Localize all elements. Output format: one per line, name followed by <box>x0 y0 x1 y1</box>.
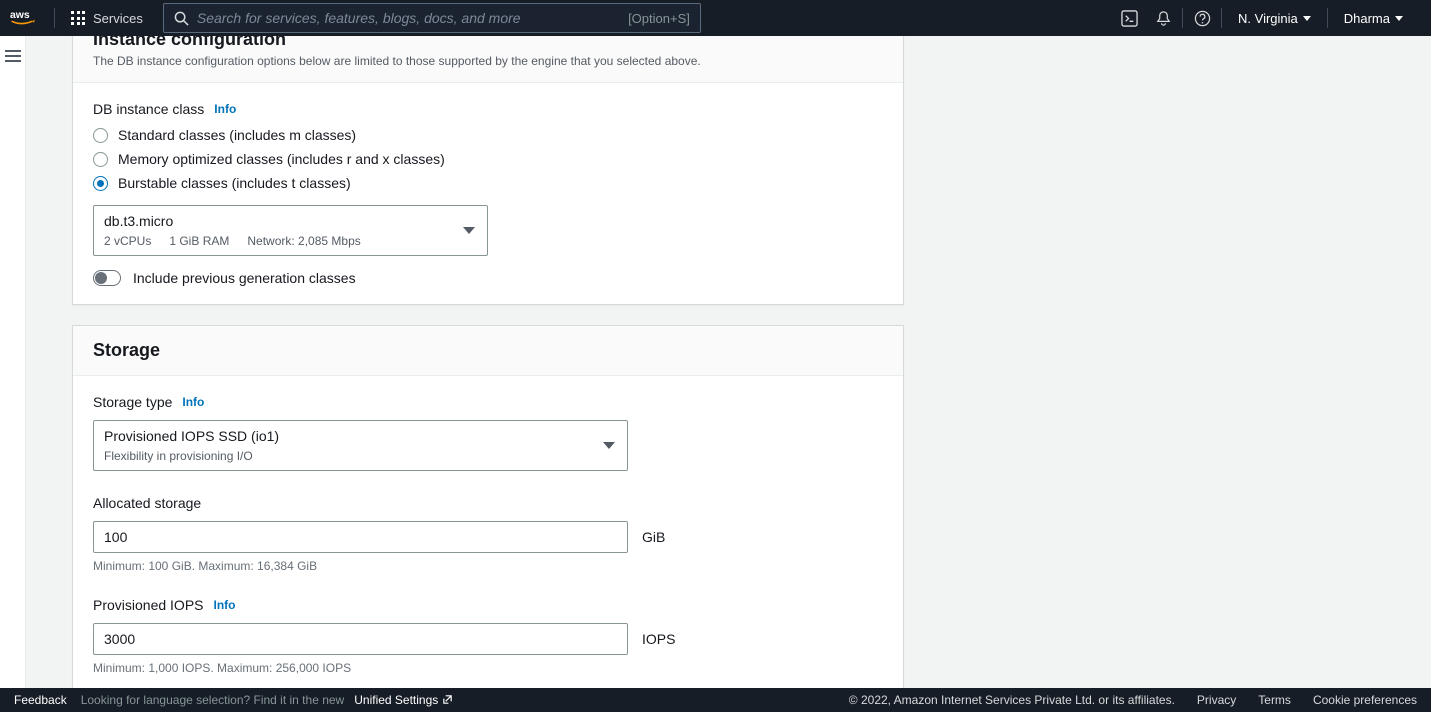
account-menu[interactable]: Dharma <box>1330 0 1417 36</box>
allocated-storage-unit: GiB <box>642 529 665 545</box>
info-link[interactable]: Info <box>182 395 204 409</box>
storage-type-label: Storage type <box>93 394 172 410</box>
include-previous-gen-toggle[interactable] <box>93 270 121 286</box>
select-vcpu: 2 vCPUs <box>104 233 151 249</box>
sidebar-toggle[interactable] <box>5 50 21 62</box>
caret-down-icon <box>463 227 475 234</box>
panel-subtext: The DB instance configuration options be… <box>93 54 883 68</box>
feedback-link[interactable]: Feedback <box>14 693 67 707</box>
radio-icon <box>93 128 108 143</box>
instance-class-select[interactable]: db.t3.micro 2 vCPUs 1 GiB RAM Network: 2… <box>93 205 488 256</box>
radio-label: Standard classes (includes m classes) <box>118 127 356 143</box>
services-menu[interactable]: Services <box>57 0 157 36</box>
dropdown-caret <box>451 227 487 234</box>
allocated-storage-input[interactable] <box>93 521 628 553</box>
storage-panel: Storage Storage type Info Provisioned IO… <box>72 325 904 688</box>
search-icon <box>174 11 189 26</box>
cloudshell-icon <box>1121 10 1138 27</box>
select-ram: 1 GiB RAM <box>169 233 229 249</box>
bell-icon <box>1155 10 1172 27</box>
radio-label: Memory optimized classes (includes r and… <box>118 151 445 167</box>
cloudshell-button[interactable] <box>1112 0 1146 36</box>
aws-logo[interactable]: aws <box>0 0 52 36</box>
svg-text:aws: aws <box>10 10 30 21</box>
allocated-storage-label: Allocated storage <box>93 495 201 511</box>
info-link[interactable]: Info <box>214 102 236 116</box>
console-footer: Feedback Looking for language selection?… <box>0 688 1431 712</box>
radio-standard-classes[interactable]: Standard classes (includes m classes) <box>93 127 883 143</box>
select-desc: Flexibility in provisioning I/O <box>104 448 253 464</box>
provisioned-iops-input[interactable] <box>93 623 628 655</box>
panel-header: Storage <box>73 326 903 376</box>
radio-memory-optimized-classes[interactable]: Memory optimized classes (includes r and… <box>93 151 883 167</box>
radio-burstable-classes[interactable]: Burstable classes (includes t classes) <box>93 175 883 191</box>
provisioned-iops-label: Provisioned IOPS <box>93 597 204 613</box>
select-main: db.t3.micro <box>104 212 361 231</box>
include-previous-gen-label: Include previous generation classes <box>133 270 356 286</box>
select-network: Network: 2,085 Mbps <box>247 233 360 249</box>
db-instance-class-label: DB instance class <box>93 101 204 117</box>
copyright: © 2022, Amazon Internet Services Private… <box>849 693 1175 707</box>
instance-configuration-panel: Instance configuration The DB instance c… <box>72 36 904 305</box>
info-link[interactable]: Info <box>214 598 236 612</box>
storage-type-select[interactable]: Provisioned IOPS SSD (io1) Flexibility i… <box>93 420 628 471</box>
grid-icon <box>71 11 85 25</box>
caret-down-icon <box>1303 16 1311 21</box>
allocated-storage-hint: Minimum: 100 GiB. Maximum: 16,384 GiB <box>93 559 883 573</box>
top-nav: aws Services [Option+S] <box>0 0 1431 36</box>
panel-title: Instance configuration <box>93 36 883 50</box>
select-main: Provisioned IOPS SSD (io1) <box>104 427 279 446</box>
side-nav-collapsed <box>0 36 26 688</box>
radio-label: Burstable classes (includes t classes) <box>118 175 351 191</box>
notifications-button[interactable] <box>1146 0 1180 36</box>
privacy-link[interactable]: Privacy <box>1197 693 1236 707</box>
search-shortcut: [Option+S] <box>628 11 690 26</box>
dropdown-caret <box>591 442 627 449</box>
provisioned-iops-hint: Minimum: 1,000 IOPS. Maximum: 256,000 IO… <box>93 661 883 675</box>
help-button[interactable] <box>1185 0 1219 36</box>
search-input[interactable] <box>197 10 628 26</box>
radio-icon <box>93 176 108 191</box>
help-icon <box>1194 10 1211 27</box>
terms-link[interactable]: Terms <box>1258 693 1291 707</box>
panel-title: Storage <box>93 340 883 361</box>
caret-down-icon <box>603 442 615 449</box>
main-content: Instance configuration The DB instance c… <box>26 36 1431 688</box>
account-label: Dharma <box>1344 11 1390 26</box>
provisioned-iops-unit: IOPS <box>642 631 675 647</box>
cookie-preferences-link[interactable]: Cookie preferences <box>1313 693 1417 707</box>
external-link-icon <box>442 693 453 707</box>
services-label: Services <box>93 11 143 26</box>
region-selector[interactable]: N. Virginia <box>1224 0 1325 36</box>
global-search[interactable]: [Option+S] <box>163 3 701 33</box>
caret-down-icon <box>1395 16 1403 21</box>
instance-class-radios: Standard classes (includes m classes) Me… <box>93 127 883 191</box>
radio-icon <box>93 152 108 167</box>
region-label: N. Virginia <box>1238 11 1298 26</box>
language-prompt: Looking for language selection? Find it … <box>81 693 345 707</box>
panel-header: Instance configuration The DB instance c… <box>73 36 903 83</box>
unified-settings-link[interactable]: Unified Settings <box>354 693 453 707</box>
